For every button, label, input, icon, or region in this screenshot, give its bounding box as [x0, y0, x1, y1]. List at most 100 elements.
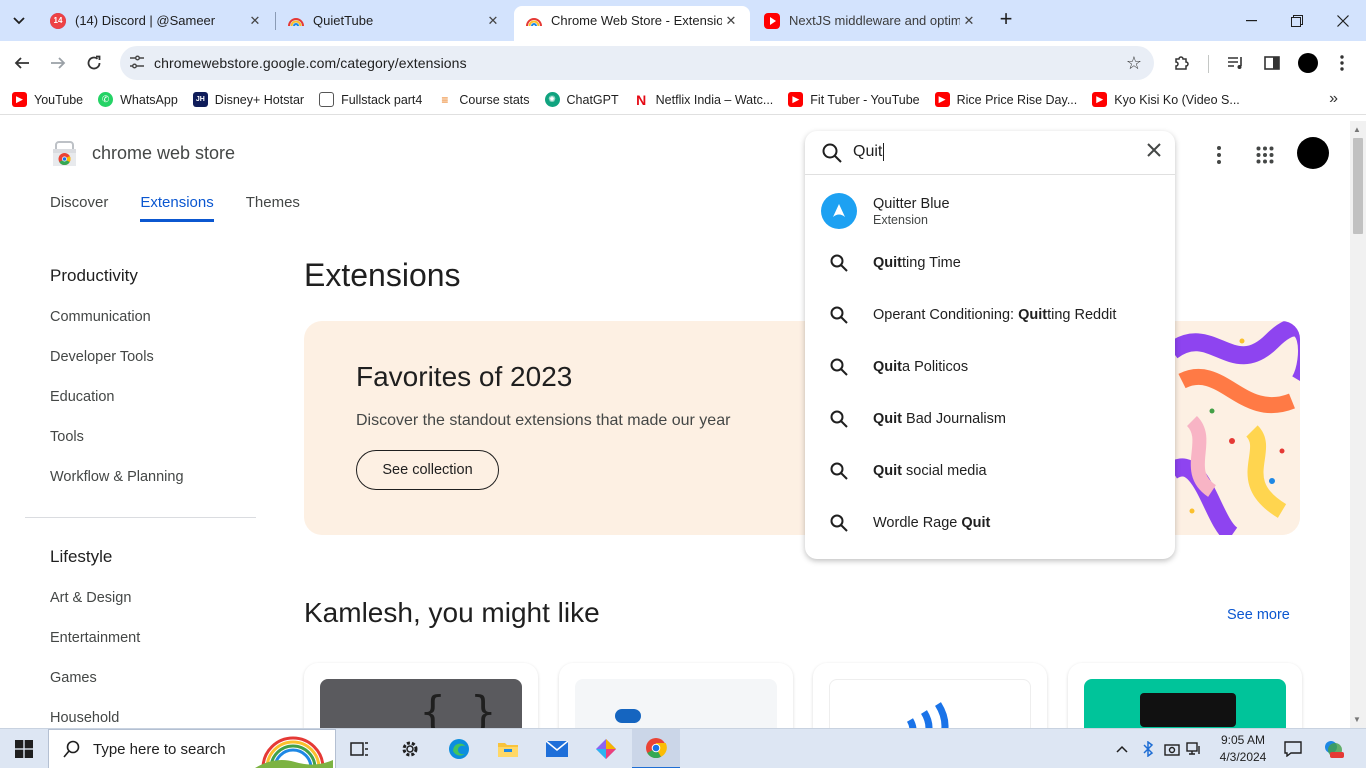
sidebar-item-tools[interactable]: Tools: [50, 429, 84, 445]
extension-card[interactable]: { }: [304, 663, 538, 728]
bluetooth-icon[interactable]: [1142, 729, 1154, 768]
media-control-icon[interactable]: [1224, 51, 1248, 75]
bookmark-hotstar[interactable]: JH Disney+ Hotstar: [192, 92, 304, 107]
sidebar-item-education[interactable]: Education: [50, 389, 115, 405]
toolbar-divider: [1208, 55, 1209, 73]
text-caret: [883, 143, 885, 161]
mail-icon[interactable]: [533, 729, 581, 768]
start-button[interactable]: [0, 729, 48, 768]
page-icon: [319, 92, 335, 107]
close-icon[interactable]: ✕: [246, 13, 264, 29]
tab-search-button[interactable]: [6, 8, 32, 34]
bookmark-fit-tuber[interactable]: ▶ Fit Tuber - YouTube: [788, 92, 920, 107]
bookmark-star-icon[interactable]: ☆: [1126, 53, 1142, 74]
more-options-icon[interactable]: [1205, 141, 1233, 169]
extension-card[interactable]: [559, 663, 793, 728]
bookmark-kyo-kisi-ko[interactable]: ▶ Kyo Kisi Ko (Video S...: [1092, 92, 1240, 107]
edge-browser-icon[interactable]: [435, 729, 483, 768]
extensions-puzzle-icon[interactable]: [1170, 51, 1194, 75]
suggestion-text: Quit Bad Journalism: [873, 411, 1006, 427]
close-icon[interactable]: ✕: [722, 13, 740, 29]
bookmark-rice-price[interactable]: ▶ Rice Price Rise Day...: [934, 92, 1077, 107]
bookmark-netflix[interactable]: N Netflix India – Watc...: [633, 92, 773, 108]
sidebar-item-communication[interactable]: Communication: [50, 309, 151, 325]
file-explorer-icon[interactable]: [484, 729, 532, 768]
suggestion-query[interactable]: Quit social media: [805, 445, 1175, 497]
bookmark-course-stats[interactable]: ≡ Course stats: [437, 92, 530, 107]
chrome-taskbar-icon[interactable]: [632, 729, 680, 768]
suggestion-text: Quitting Time: [873, 255, 961, 271]
extension-card[interactable]: [813, 663, 1047, 728]
sidebar-item-art-design[interactable]: Art & Design: [50, 590, 131, 606]
sidebar-heading-productivity[interactable]: Productivity: [50, 266, 138, 286]
camera-icon[interactable]: [1164, 729, 1180, 768]
app-diamond-icon[interactable]: [582, 729, 630, 768]
chevron-down-icon: [13, 17, 25, 25]
close-icon[interactable]: ✕: [960, 13, 978, 29]
tab-themes[interactable]: Themes: [246, 194, 300, 222]
bookmark-chatgpt[interactable]: ✺ ChatGPT: [544, 92, 619, 107]
back-button[interactable]: [8, 49, 36, 77]
suggestion-query[interactable]: Operant Conditioning: Quitting Reddit: [805, 289, 1175, 341]
tab-quiettube[interactable]: QuietTube ✕: [276, 6, 512, 35]
close-icon[interactable]: ✕: [484, 13, 502, 29]
close-window-button[interactable]: [1320, 0, 1366, 41]
sidebar-item-entertainment[interactable]: Entertainment: [50, 630, 140, 646]
extension-card[interactable]: [1068, 663, 1302, 728]
store-logo-text[interactable]: chrome web store: [92, 143, 235, 164]
bookmark-youtube[interactable]: ▶ YouTube: [12, 92, 83, 107]
suggestion-query[interactable]: Quita Politicos: [805, 341, 1175, 393]
taskbar-search-box[interactable]: Type here to search: [48, 729, 336, 768]
hotstar-icon: JH: [192, 92, 208, 107]
system-clock[interactable]: 9:05 AM 4/3/2024: [1210, 732, 1276, 766]
new-tab-button[interactable]: +: [994, 8, 1018, 32]
sidebar-item-household[interactable]: Household: [50, 710, 119, 726]
weather-icon[interactable]: [1322, 729, 1344, 768]
search-input[interactable]: Quit: [853, 143, 885, 161]
tab-chrome-web-store[interactable]: Chrome Web Store - Extensions ✕: [514, 6, 750, 41]
confetti-art: [1172, 321, 1300, 535]
sidebar-item-games[interactable]: Games: [50, 670, 97, 686]
suggestion-query[interactable]: Quit Bad Journalism: [805, 393, 1175, 445]
tab-discover[interactable]: Discover: [50, 194, 108, 222]
restore-button[interactable]: [1274, 0, 1320, 41]
suggestion-query[interactable]: Quitting Time: [805, 237, 1175, 289]
site-info-icon[interactable]: [120, 55, 154, 72]
scroll-down-icon[interactable]: ▼: [1353, 715, 1361, 724]
sidebar-item-developer-tools[interactable]: Developer Tools: [50, 349, 154, 365]
address-bar[interactable]: chromewebstore.google.com/category/exten…: [120, 46, 1154, 80]
forward-button[interactable]: [44, 49, 72, 77]
profile-avatar[interactable]: [1296, 51, 1320, 75]
bookmark-fullstack[interactable]: Fullstack part4: [319, 92, 422, 107]
tab-extensions[interactable]: Extensions: [140, 194, 214, 222]
scrollbar-thumb[interactable]: [1353, 138, 1363, 234]
show-hidden-icons[interactable]: [1116, 729, 1128, 768]
suggestion-query[interactable]: Wordle Rage Quit: [805, 497, 1175, 549]
see-collection-button[interactable]: See collection: [356, 450, 499, 490]
task-view-icon[interactable]: [336, 729, 384, 768]
tab-nextjs[interactable]: NextJS middleware and optimis ✕: [752, 6, 988, 35]
notifications-icon[interactable]: [1284, 729, 1302, 768]
see-more-link[interactable]: See more: [1227, 607, 1290, 623]
bookmarks-bar: ▶ YouTube ✆ WhatsApp JH Disney+ Hotstar …: [0, 85, 1366, 115]
chrome-menu-icon[interactable]: [1330, 51, 1354, 75]
account-avatar[interactable]: [1297, 137, 1329, 169]
suggestion-extension[interactable]: Quitter Blue Extension: [805, 185, 1175, 237]
search-input-value: Quit: [853, 143, 883, 161]
chevron-double-right-icon[interactable]: »: [1329, 90, 1338, 108]
tab-title: NextJS middleware and optimis: [789, 13, 960, 28]
scroll-up-icon[interactable]: ▲: [1353, 125, 1361, 134]
settings-gear-icon[interactable]: [386, 729, 434, 768]
sidebar-item-workflow-planning[interactable]: Workflow & Planning: [50, 469, 184, 485]
tab-discord[interactable]: 14 (14) Discord | @Sameer ✕: [38, 6, 274, 35]
google-apps-icon[interactable]: [1251, 141, 1279, 169]
clear-search-icon[interactable]: [1147, 140, 1161, 163]
search-icon: [830, 514, 848, 532]
bookmark-whatsapp[interactable]: ✆ WhatsApp: [98, 92, 178, 107]
reload-button[interactable]: [80, 49, 108, 77]
minimize-button[interactable]: [1228, 0, 1274, 41]
network-icon[interactable]: [1186, 729, 1202, 768]
side-panel-icon[interactable]: [1260, 51, 1284, 75]
sidebar-heading-lifestyle[interactable]: Lifestyle: [50, 547, 112, 567]
page-scrollbar[interactable]: ▲ ▼: [1350, 121, 1366, 728]
